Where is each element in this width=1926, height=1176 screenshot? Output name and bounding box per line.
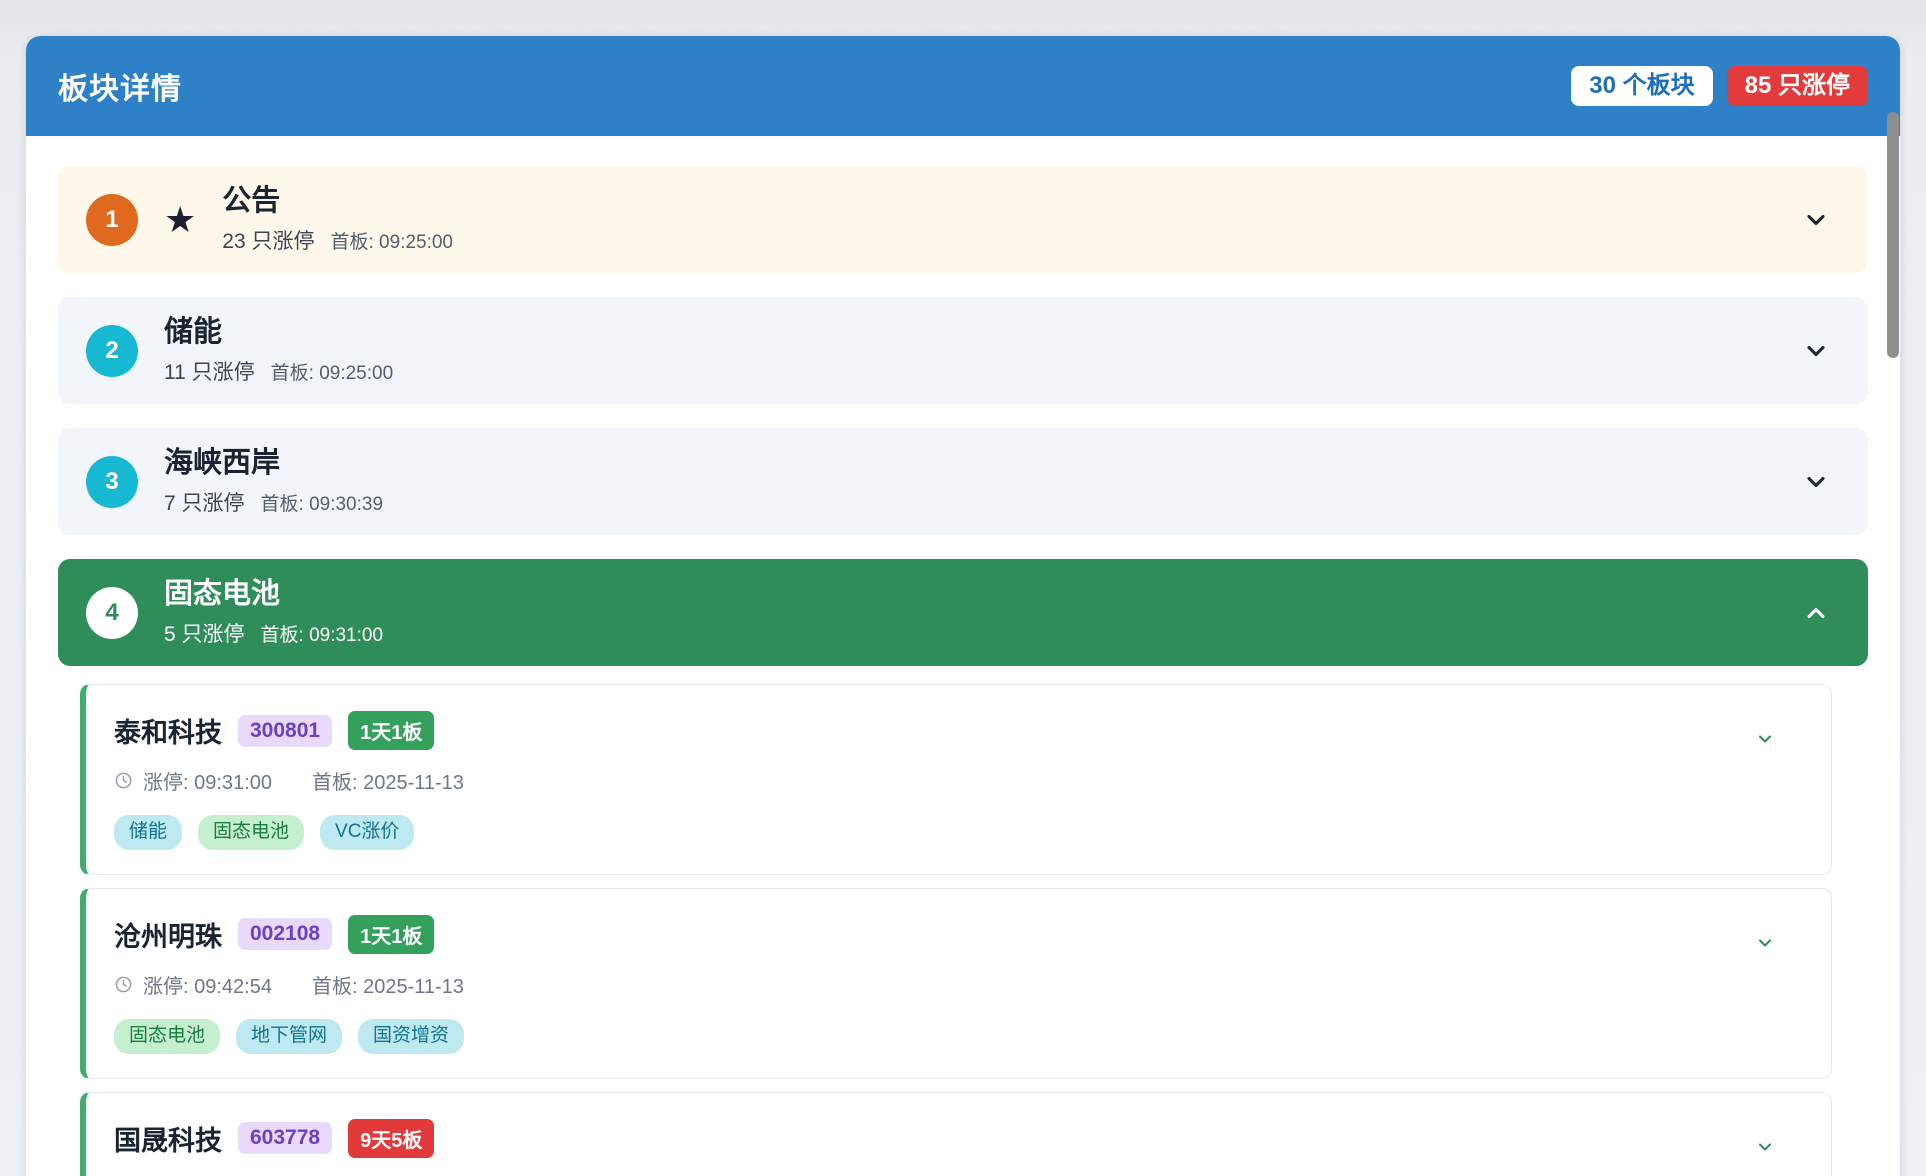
sector-info: 储能 11 只涨停 首板: 09:25:00	[164, 315, 1786, 386]
header-badges: 30 个板块 85 只涨停	[1571, 66, 1868, 106]
sector-info: 海峡西岸 7 只涨停 首板: 09:30:39	[164, 446, 1786, 517]
rank-badge: 2	[86, 325, 138, 377]
sector-row[interactable]: 4 ★ 固态电池 5 只涨停 首板: 09:31:00	[58, 559, 1868, 666]
sector-limit-up-count: 7 只涨停	[164, 487, 245, 517]
sector-name: 公告	[222, 184, 1786, 219]
sector-subtitle: 7 只涨停 首板: 09:30:39	[164, 487, 1786, 517]
chevron-down-icon[interactable]	[1755, 729, 1775, 754]
stock-meta: 涨停: 09:31:00 首板: 2025-11-13	[114, 766, 1801, 795]
streak-badge: 9天5板	[348, 1119, 434, 1158]
sector-row[interactable]: 2 ★ 储能 11 只涨停 首板: 09:25:00	[58, 297, 1868, 404]
streak-badge: 1天1板	[348, 711, 434, 750]
stock-card[interactable]: 泰和科技 300801 1天1板 涨停: 09:31:00 首板: 2025-1…	[80, 684, 1832, 875]
rank-badge: 3	[86, 456, 138, 508]
sector-info: 固态电池 5 只涨停 首板: 09:31:00	[164, 577, 1786, 648]
sector-first-board-time: 首板: 09:30:39	[261, 489, 384, 516]
stock-header: 国晟科技 603778 9天5板	[114, 1119, 1801, 1158]
star-icon: ★	[164, 202, 196, 238]
stock-tags: 储能固态电池 VC涨价	[114, 815, 1801, 850]
concept-tag[interactable]: 国资增资	[358, 1019, 464, 1054]
first-board-date: 首板: 2025-11-13	[312, 766, 464, 795]
sector-detail-panel: 板块详情 30 个板块 85 只涨停 1 ★ 公告 23 只涨停 首板: 09:…	[26, 36, 1900, 1176]
rank-badge: 1	[86, 194, 138, 246]
sector-list: 1 ★ 公告 23 只涨停 首板: 09:25:00 2 ★ 储能 11 只涨停…	[26, 136, 1900, 1176]
sector-first-board-time: 首板: 09:25:00	[330, 227, 453, 254]
streak-badge: 1天1板	[348, 915, 434, 954]
sector-info: 公告 23 只涨停 首板: 09:25:00	[222, 184, 1786, 255]
stock-header: 沧州明珠 002108 1天1板	[114, 915, 1801, 954]
stock-name: 国晟科技	[114, 1119, 222, 1158]
sector-limit-up-count: 5 只涨停	[164, 618, 245, 648]
clock-icon	[114, 771, 133, 790]
sector-subtitle: 5 只涨停 首板: 09:31:00	[164, 618, 1786, 648]
sector-first-board-time: 首板: 09:25:00	[271, 358, 394, 385]
stock-meta: 涨停: 09:42:54 首板: 2025-11-13	[114, 970, 1801, 999]
chevron-down-icon[interactable]	[1755, 1137, 1775, 1162]
concept-tag[interactable]: VC涨价	[320, 815, 414, 850]
stock-card[interactable]: 国晟科技 603778 9天5板 涨停: 09:45:52 首板: 2025-1…	[80, 1092, 1832, 1176]
sector-name: 海峡西岸	[164, 446, 1786, 481]
chevron-up-icon[interactable]	[1802, 599, 1830, 627]
stock-name: 沧州明珠	[114, 915, 222, 954]
stock-name: 泰和科技	[114, 711, 222, 750]
limit-up-time: 涨停: 09:42:54	[143, 970, 272, 999]
page-title: 板块详情	[58, 64, 182, 108]
sector-subtitle: 11 只涨停 首板: 09:25:00	[164, 356, 1786, 386]
sector-name: 固态电池	[164, 577, 1786, 612]
concept-tag[interactable]: 储能	[114, 815, 182, 850]
clock-icon	[114, 975, 133, 994]
panel-header: 板块详情 30 个板块 85 只涨停	[26, 36, 1900, 136]
limit-up-count-badge: 85 只涨停	[1727, 66, 1868, 106]
sector-count-badge: 30 个板块	[1571, 66, 1712, 106]
stock-tags: 固态电池地下管网国资增资	[114, 1019, 1801, 1054]
sector-first-board-time: 首板: 09:31:00	[261, 620, 384, 647]
chevron-down-icon[interactable]	[1802, 206, 1830, 234]
sector-limit-up-count: 11 只涨停	[164, 356, 255, 386]
sector-row[interactable]: 3 ★ 海峡西岸 7 只涨停 首板: 09:30:39	[58, 428, 1868, 535]
limit-up-time: 涨停: 09:31:00	[143, 766, 272, 795]
sector-name: 储能	[164, 315, 1786, 350]
scrollbar-thumb[interactable]	[1887, 112, 1899, 358]
stock-code-badge: 002108	[238, 918, 332, 950]
concept-tag[interactable]: 固态电池	[114, 1019, 220, 1054]
sector-subtitle: 23 只涨停 首板: 09:25:00	[222, 225, 1786, 255]
sector-row[interactable]: 1 ★ 公告 23 只涨停 首板: 09:25:00	[58, 166, 1868, 273]
stock-card[interactable]: 沧州明珠 002108 1天1板 涨停: 09:42:54 首板: 2025-1…	[80, 888, 1832, 1079]
stock-code-badge: 603778	[238, 1122, 332, 1154]
concept-tag[interactable]: 固态电池	[198, 815, 304, 850]
first-board-date: 首板: 2025-11-13	[312, 970, 464, 999]
stocks-panel: 泰和科技 300801 1天1板 涨停: 09:31:00 首板: 2025-1…	[58, 666, 1868, 1176]
chevron-down-icon[interactable]	[1755, 933, 1775, 958]
sector-limit-up-count: 23 只涨停	[222, 225, 314, 255]
chevron-down-icon[interactable]	[1802, 468, 1830, 496]
rank-badge: 4	[86, 587, 138, 639]
stock-code-badge: 300801	[238, 715, 332, 747]
concept-tag[interactable]: 地下管网	[236, 1019, 342, 1054]
chevron-down-icon[interactable]	[1802, 337, 1830, 365]
stock-header: 泰和科技 300801 1天1板	[114, 711, 1801, 750]
